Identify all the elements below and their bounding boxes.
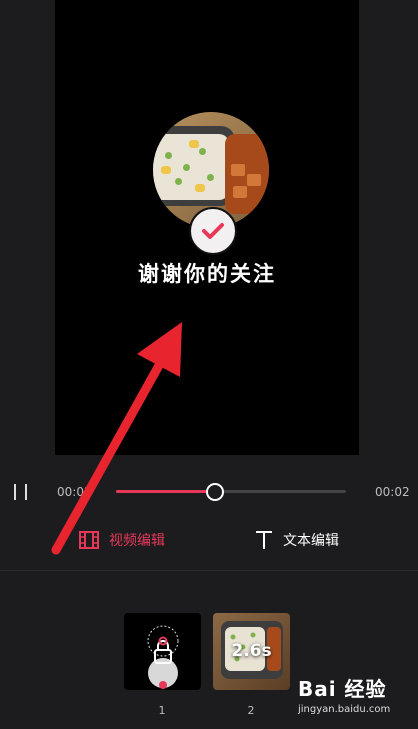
annotation-arrow: [51, 322, 182, 555]
